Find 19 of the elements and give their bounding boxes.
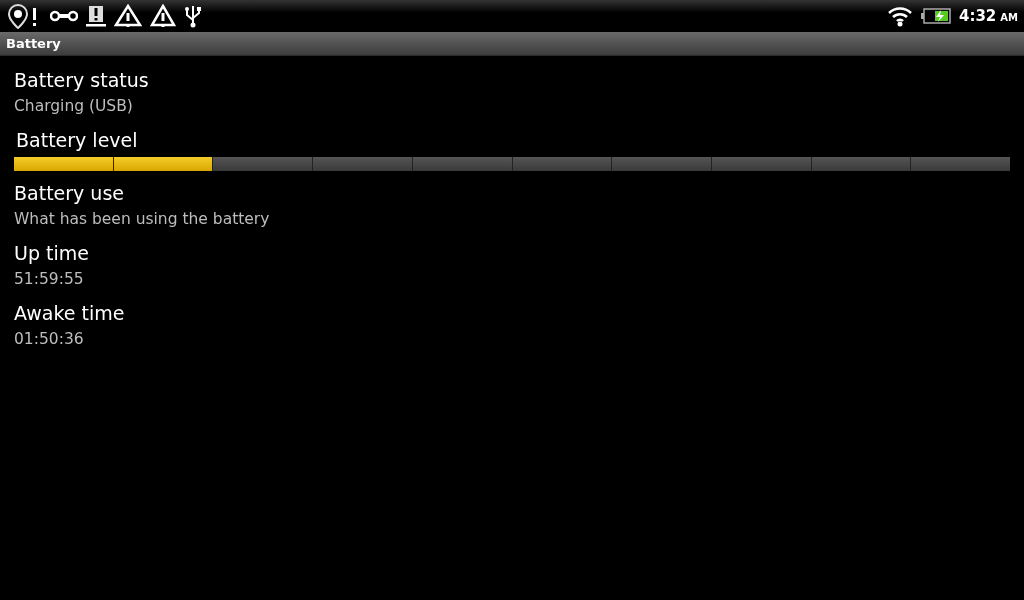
- link-icon[interactable]: [50, 9, 78, 23]
- setting-summary: 01:50:36: [14, 329, 84, 349]
- setting-summary: Charging (USB): [14, 96, 133, 116]
- battery-charging-icon[interactable]: [921, 8, 951, 24]
- setting-title[interactable]: Awake time: [14, 301, 125, 325]
- clock-time: 4:32: [959, 5, 997, 27]
- setting-title[interactable]: Battery use: [14, 181, 124, 205]
- screen-title: Battery: [6, 34, 61, 53]
- clock-meridiem: AM: [1000, 10, 1018, 25]
- setting-title[interactable]: Battery level: [16, 128, 138, 152]
- wifi-icon[interactable]: [887, 5, 913, 27]
- usb-icon[interactable]: [184, 4, 202, 28]
- alert-icon[interactable]: [86, 5, 106, 27]
- setting-summary: What has been using the battery: [14, 209, 270, 229]
- warning-icon[interactable]: [150, 4, 176, 28]
- setting-summary: 51:59:55: [14, 269, 84, 289]
- setting-title[interactable]: Up time: [14, 241, 89, 265]
- warning-icon[interactable]: [114, 4, 142, 28]
- setting-title[interactable]: Battery status: [14, 68, 149, 92]
